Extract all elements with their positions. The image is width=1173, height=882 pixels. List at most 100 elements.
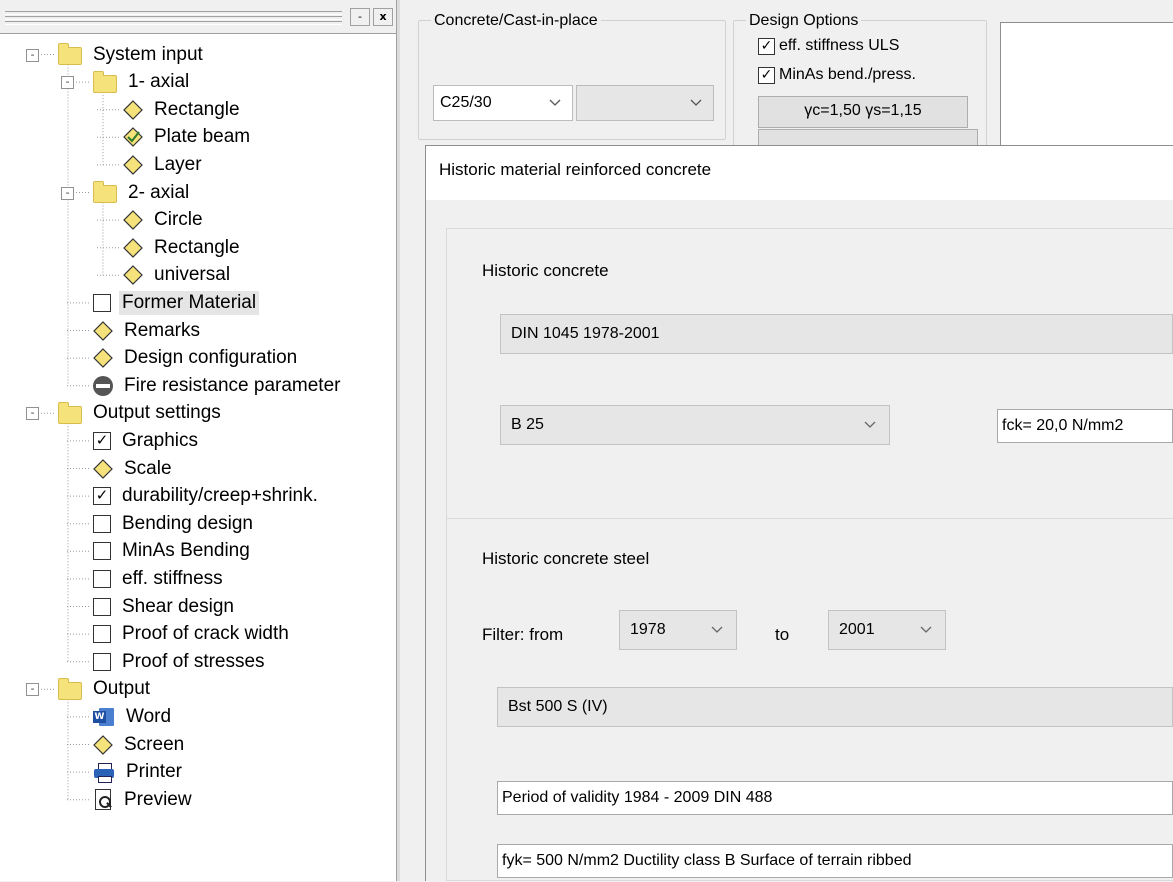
tree-item-label: Design configuration (124, 347, 298, 369)
stop-icon (93, 375, 113, 396)
tree-expander[interactable]: - (26, 407, 39, 421)
minimize-button[interactable]: - (350, 8, 370, 26)
validity-field: Period of validity 1984 - 2009 DIN 488 (497, 781, 1173, 815)
diamond-icon (93, 734, 113, 755)
tree-view[interactable]: System input - 1- axial - Rectangle Plate bea… (0, 33, 396, 881)
titlebar-grip[interactable] (5, 11, 342, 15)
safety-factors-button[interactable]: γc=1,50 γs=1,15 (758, 96, 968, 128)
tree-item-label: Output (93, 678, 151, 700)
tree-item-2-axial[interactable]: 2- axial (93, 179, 192, 206)
tree-item-crack-width[interactable]: Proof of crack width (93, 621, 292, 648)
tree-item-label: Proof of stresses (122, 650, 265, 672)
tree-item-label: universal (154, 264, 231, 286)
tree-item-preview[interactable]: Preview (93, 786, 195, 813)
filter-to-label: to (775, 625, 790, 644)
tree-item-system-input[interactable]: System input (58, 41, 206, 68)
tree-expander[interactable]: - (26, 48, 39, 62)
historic-steel-panel: Historic concrete steel Filter: from 197… (446, 518, 1173, 881)
tree-item-word[interactable]: W Word (93, 703, 174, 730)
minas-label: MinAs bend./press. (779, 66, 916, 83)
tree-item-printer[interactable]: Printer (93, 759, 185, 786)
concrete-norm-select[interactable]: DIN 1045 1978-2001 (500, 314, 1173, 354)
tree-item-label: MinAs Bending (122, 540, 250, 562)
checkbox-icon[interactable] (93, 542, 111, 561)
tree-expander[interactable]: - (26, 683, 39, 697)
checkbox-icon[interactable] (93, 514, 111, 533)
minas-checkbox[interactable]: ✓ MinAs bend./press. (758, 66, 916, 84)
checkbox-icon[interactable] (93, 597, 111, 616)
chevron-down-icon (920, 626, 932, 633)
tree-item-rectangle-2[interactable]: Rectangle (123, 234, 243, 261)
tree-item-minas-bending[interactable]: MinAs Bending (93, 538, 253, 565)
historic-material-dialog: Historic material reinforced concrete Hi… (425, 145, 1173, 881)
tree-expander[interactable]: - (61, 76, 74, 90)
diamond-icon (93, 348, 113, 368)
checkbox-icon[interactable]: ✓ (93, 487, 111, 506)
titlebar-grip[interactable] (5, 21, 342, 25)
tree-item-eff-stiffness[interactable]: eff. stiffness (93, 565, 226, 592)
concrete-grade-select[interactable]: C25/30 (433, 85, 573, 121)
checkbox-icon[interactable] (93, 293, 111, 312)
tree-item-rectangle-1[interactable]: Rectangle (123, 96, 243, 123)
tree-item-proof-stresses[interactable]: Proof of stresses (93, 648, 268, 675)
diamond-icon (123, 210, 143, 230)
tree-item-label: Rectangle (154, 236, 240, 258)
tree-item-layer[interactable]: Layer (123, 151, 205, 178)
tree-item-fire-resistance[interactable]: Fire resistance parameter (93, 372, 343, 399)
close-button[interactable]: x (373, 8, 393, 26)
steel-props-field: fyk= 500 N/mm2 Ductility class B Surface… (497, 844, 1173, 878)
tree-item-label: 1- axial (128, 71, 190, 93)
tree-item-label: Plate beam (154, 126, 251, 148)
historic-concrete-heading: Historic concrete (482, 261, 609, 280)
tree-expander[interactable]: - (61, 186, 74, 200)
diamond-icon (123, 237, 143, 258)
historic-steel-heading: Historic concrete steel (482, 549, 650, 568)
concrete-secondary-select[interactable] (576, 85, 714, 121)
tree-item-plate-beam[interactable]: Plate beam (123, 124, 253, 151)
eff-stiffness-uls-checkbox[interactable]: ✓ eff. stiffness ULS (758, 37, 899, 55)
diamond-icon (123, 265, 143, 286)
tree-item-bending-design[interactable]: Bending design (93, 510, 256, 537)
checkbox-icon[interactable] (93, 652, 111, 671)
titlebar-grip[interactable] (5, 16, 342, 20)
tree-item-design-configuration[interactable]: Design configuration (93, 345, 300, 372)
tree-item-screen[interactable]: Screen (93, 731, 187, 758)
tree-item-remarks[interactable]: Remarks (93, 317, 203, 344)
tree-item-former-material[interactable]: Former Material (93, 289, 260, 316)
tree-item-label: Printer (126, 761, 182, 783)
steel-type-value: Bst 500 S (IV) (508, 698, 608, 715)
tree-item-label: Layer (154, 153, 202, 175)
steel-type-select[interactable]: Bst 500 S (IV) (497, 687, 1173, 727)
concrete-group: Concrete/Cast-in-place C25/30 (418, 12, 726, 140)
preview-icon (93, 788, 113, 811)
tree-item-label: Bending design (122, 512, 253, 534)
dialog-body: Historic concrete DIN 1045 1978-2001 B 2… (426, 200, 1173, 881)
fck-value: fck= 20,0 N/mm2 (1002, 417, 1124, 434)
checkbox-icon[interactable] (93, 625, 111, 644)
tree-item-universal[interactable]: universal (123, 262, 233, 289)
diamond-icon (93, 458, 113, 479)
tree-item-1-axial[interactable]: 1- axial (93, 69, 192, 96)
filter-from-value: 1978 (630, 621, 666, 638)
tree-item-label: Preview (124, 788, 192, 810)
validity-value: Period of validity 1984 - 2009 DIN 488 (502, 789, 773, 806)
checkbox-icon[interactable] (93, 569, 111, 588)
tree-item-label: Word (126, 705, 172, 727)
preview-area (1000, 22, 1173, 154)
filter-from-select[interactable]: 1978 (619, 610, 737, 650)
concrete-class-select[interactable]: B 25 (500, 405, 890, 445)
tree-item-scale[interactable]: Scale (93, 455, 175, 482)
steel-props-value: fyk= 500 N/mm2 Ductility class B Surface… (502, 852, 912, 869)
tree-item-circle[interactable]: Circle (123, 207, 206, 234)
tree-item-durability[interactable]: ✓ durability/creep+shrink. (93, 483, 321, 510)
tree-item-output-settings[interactable]: Output settings (58, 400, 224, 427)
tree-item-shear-design[interactable]: Shear design (93, 593, 237, 620)
tree-item-graphics[interactable]: ✓ Graphics (93, 427, 201, 454)
tree-item-output[interactable]: Output (58, 676, 153, 703)
tree-item-label: Circle (154, 209, 203, 231)
filter-to-select[interactable]: 2001 (828, 610, 946, 650)
concrete-norm-value: DIN 1045 1978-2001 (511, 325, 660, 342)
folder-icon (93, 181, 117, 203)
tree-item-label: eff. stiffness (122, 567, 223, 589)
checkbox-icon[interactable]: ✓ (93, 431, 111, 450)
